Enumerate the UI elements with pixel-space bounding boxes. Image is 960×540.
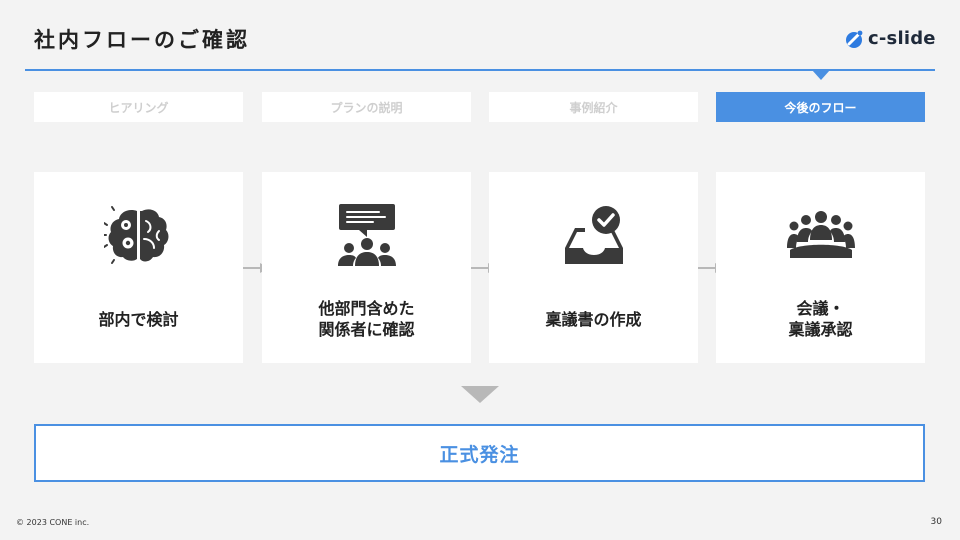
presentation-group-icon <box>337 204 396 266</box>
step-card-stakeholder-confirmation: 他部門含めた 関係者に確認 <box>262 172 471 363</box>
copyright-text: © 2023 CONE inc. <box>16 518 90 527</box>
brand-logo: c-slide <box>844 28 936 49</box>
inbox-check-icon <box>564 206 623 264</box>
tab-plan-explanation[interactable]: プランの説明 <box>262 92 471 122</box>
header-divider <box>25 69 935 71</box>
tab-case-studies[interactable]: 事例紹介 <box>489 92 698 122</box>
tab-hearing[interactable]: ヒアリング <box>34 92 243 122</box>
page-title: 社内フローのご確認 <box>34 28 250 52</box>
step-card-meeting-approval: 会議・ 稟議承認 <box>716 172 925 363</box>
step-tabs: ヒアリング プランの説明 事例紹介 今後のフロー <box>34 92 925 122</box>
step-card-approval-document: 稟議書の作成 <box>489 172 698 363</box>
logo-mark-icon <box>846 30 863 48</box>
down-arrow-icon <box>461 386 499 403</box>
step-label: 部内で検討 <box>98 309 179 329</box>
logo-text: c-slide <box>868 28 936 49</box>
brain-gears-icon <box>103 206 168 264</box>
step-label: 会議・ 稟議承認 <box>788 299 853 339</box>
tab-next-flow[interactable]: 今後のフロー <box>716 92 925 122</box>
step-card-internal-review: 部内で検討 <box>34 172 243 363</box>
step-label: 稟議書の作成 <box>545 309 642 329</box>
meeting-table-icon <box>786 211 855 258</box>
final-step-label: 正式発注 <box>439 443 520 466</box>
page-number: 30 <box>930 517 942 527</box>
active-tab-pointer <box>812 70 830 80</box>
final-step-box: 正式発注 <box>34 424 925 482</box>
step-label: 他部門含めた 関係者に確認 <box>318 299 415 339</box>
